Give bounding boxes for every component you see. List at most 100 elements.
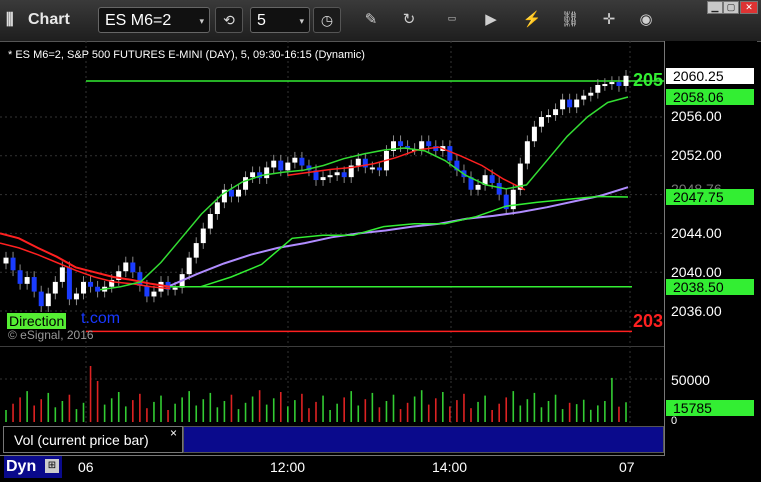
volume-label[interactable]: Vol (current price bar) bbox=[3, 426, 183, 453]
candle bbox=[623, 75, 629, 86]
candle bbox=[426, 141, 432, 147]
volume-bar bbox=[526, 399, 529, 422]
volume-bar bbox=[103, 404, 106, 422]
candle bbox=[236, 189, 241, 197]
volume-bar bbox=[209, 392, 212, 422]
crosshair-icon[interactable]: ✛ bbox=[599, 10, 619, 28]
volume-bar bbox=[287, 406, 289, 422]
volume-bar bbox=[75, 409, 78, 422]
price-tick: 2040.00 bbox=[671, 264, 722, 280]
volume-chart[interactable] bbox=[0, 346, 665, 426]
volume-bar bbox=[230, 394, 233, 422]
candle bbox=[38, 291, 44, 307]
candle bbox=[278, 160, 284, 171]
volume-bar bbox=[272, 398, 275, 422]
price-chart[interactable] bbox=[0, 41, 665, 346]
candle bbox=[151, 291, 157, 297]
volume-bar bbox=[174, 403, 176, 422]
candle bbox=[52, 281, 58, 294]
grid bbox=[0, 41, 665, 346]
time-axis[interactable] bbox=[0, 455, 665, 482]
price-tick: 2052.00 bbox=[671, 147, 722, 163]
candle bbox=[355, 158, 361, 166]
volume-bar bbox=[449, 406, 451, 422]
volume-bar bbox=[611, 377, 613, 422]
volume-bar bbox=[554, 394, 557, 422]
calendar-icon[interactable]: ⊞ bbox=[45, 459, 59, 473]
volume-grid bbox=[0, 346, 665, 426]
volume-bar bbox=[477, 401, 479, 422]
volume-bar bbox=[33, 405, 35, 422]
candle bbox=[553, 109, 559, 116]
candle bbox=[158, 281, 164, 292]
volume-bar bbox=[512, 391, 515, 422]
edge-label-bottom: 203 bbox=[633, 311, 664, 331]
volume-bar bbox=[40, 399, 43, 422]
volume-bar bbox=[575, 404, 578, 422]
candle bbox=[130, 262, 136, 273]
link-symbol-button[interactable]: ⟲ bbox=[215, 7, 243, 33]
candle bbox=[24, 277, 30, 284]
volume-bar bbox=[117, 392, 120, 422]
volume-bar bbox=[533, 392, 536, 422]
volume-bar bbox=[308, 408, 310, 422]
candle bbox=[398, 141, 404, 147]
candle bbox=[200, 228, 206, 244]
chart-app-icon: ⫴ bbox=[6, 10, 14, 30]
candle bbox=[595, 84, 601, 93]
candle bbox=[137, 272, 143, 286]
refresh-icon[interactable]: ↻ bbox=[399, 10, 419, 28]
candle bbox=[214, 202, 220, 214]
candle bbox=[489, 175, 495, 183]
horizontal-levels bbox=[86, 80, 665, 333]
candle bbox=[320, 177, 326, 181]
lightning-icon[interactable]: ⚡ bbox=[522, 10, 542, 28]
candle bbox=[59, 267, 65, 282]
price-tick: 2036.00 bbox=[671, 303, 722, 319]
close-volume-icon[interactable]: × bbox=[170, 426, 177, 440]
volume-bar bbox=[26, 391, 28, 422]
pencil-icon[interactable]: ✎ bbox=[361, 10, 381, 28]
options-icon[interactable]: ◉ bbox=[636, 10, 656, 28]
symbol-input[interactable]: ES M6=2 ▾ bbox=[98, 7, 210, 33]
volume-bar bbox=[597, 405, 599, 422]
interval-dropdown-icon[interactable]: ▾ bbox=[299, 8, 304, 34]
volume-bar bbox=[371, 392, 374, 422]
volume-bar bbox=[392, 394, 395, 422]
candle bbox=[3, 257, 9, 264]
moving-averages bbox=[0, 96, 629, 291]
candle bbox=[341, 172, 347, 178]
interval-input[interactable]: 5 ▾ bbox=[250, 7, 310, 33]
volume-bar bbox=[315, 401, 317, 422]
candle bbox=[228, 189, 234, 197]
volume-bar bbox=[350, 391, 353, 422]
play-icon[interactable]: ▶ bbox=[481, 10, 501, 28]
close-window-icon[interactable]: ✕ bbox=[740, 1, 758, 14]
interval-text: 5 bbox=[257, 12, 266, 29]
volume-bar bbox=[132, 400, 134, 422]
volume-bar bbox=[202, 399, 205, 422]
candle bbox=[10, 257, 16, 271]
edit-study-icon[interactable]: ▭ bbox=[442, 13, 462, 24]
minimize-icon[interactable]: ▁ bbox=[707, 1, 723, 14]
candle bbox=[560, 99, 566, 110]
candle bbox=[271, 160, 277, 168]
candle bbox=[588, 92, 594, 96]
clock-button[interactable]: ◷ bbox=[313, 7, 341, 33]
volume-bar bbox=[181, 397, 183, 422]
volume-bar bbox=[82, 402, 85, 422]
candle bbox=[193, 243, 199, 258]
volume-bar bbox=[244, 402, 247, 422]
volume-bar bbox=[498, 403, 500, 422]
candle bbox=[419, 141, 425, 150]
candle bbox=[66, 267, 72, 300]
maximize-icon[interactable]: ▢ bbox=[723, 1, 739, 14]
candle bbox=[144, 285, 150, 297]
volume-bar bbox=[343, 397, 345, 422]
symbol-dropdown-icon[interactable]: ▾ bbox=[199, 8, 204, 34]
link-icon[interactable]: ⛓ bbox=[560, 10, 580, 28]
volume-bar bbox=[463, 393, 465, 422]
volume-bar bbox=[322, 395, 324, 422]
volume-bar bbox=[294, 400, 296, 422]
volume-bar bbox=[456, 400, 458, 422]
